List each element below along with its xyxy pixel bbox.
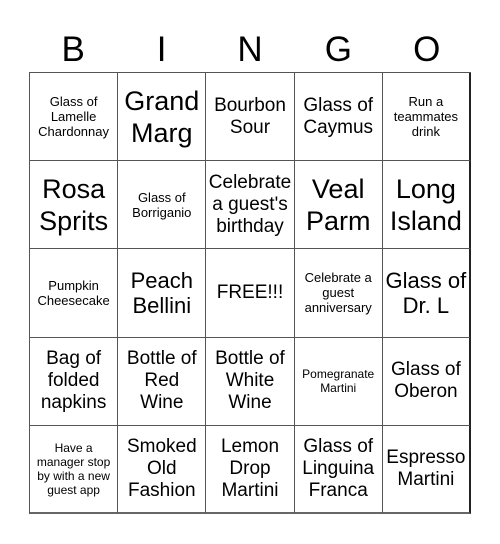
header-letter-b: B: [61, 30, 85, 69]
bingo-header: B I N G O: [29, 28, 471, 72]
cell-text: Glass of Lamelle Chardonnay: [38, 94, 109, 140]
header-letter-n: N: [237, 30, 263, 69]
bingo-cell[interactable]: Lemon Drop Martini: [206, 425, 295, 514]
header-letter-i: I: [156, 30, 167, 69]
cell-text: Celebrate a guest's birthday: [208, 171, 292, 237]
cell-text: Pumpkin Cheesecake: [37, 277, 110, 308]
header-letter-g: G: [324, 30, 352, 69]
bingo-cell[interactable]: Pumpkin Cheesecake: [30, 249, 119, 338]
cell-text: Glass of Borriganio: [132, 189, 192, 220]
cell-text: Long Island: [389, 173, 462, 236]
bingo-cell[interactable]: Espresso Martini: [382, 425, 471, 514]
cell-text: FREE!!!: [216, 281, 284, 303]
free-space-cell[interactable]: FREE!!!: [206, 249, 295, 338]
bingo-cell[interactable]: Celebrate a guest anniversary: [294, 249, 383, 338]
cell-text: Pomegranate Martini: [302, 367, 375, 396]
cell-text: Grand Marg: [124, 85, 200, 148]
cell-text: Bottle of Red Wine: [126, 348, 197, 414]
header-letter-o: O: [413, 30, 441, 69]
cell-text: Espresso Martini: [386, 446, 466, 490]
cell-text: Veal Parm: [305, 173, 371, 236]
bingo-cell[interactable]: Pomegranate Martini: [294, 337, 383, 426]
bingo-cell[interactable]: Bourbon Sour: [206, 73, 295, 162]
cell-text: Bourbon Sour: [214, 94, 286, 138]
cell-text: Glass of Dr. L: [385, 267, 467, 318]
cell-text: Glass of Caymus: [303, 94, 374, 138]
bingo-cell[interactable]: Glass of Oberon: [382, 337, 471, 426]
cell-text: Smoked Old Fashion: [126, 435, 197, 501]
cell-text: Run a teammates drink: [393, 94, 459, 140]
bingo-cell[interactable]: Celebrate a guest's birthday: [206, 161, 295, 250]
bingo-cell[interactable]: Peach Bellini: [118, 249, 207, 338]
bingo-cell[interactable]: Bottle of Red Wine: [118, 337, 207, 426]
cell-text: Rosa Sprits: [39, 173, 109, 236]
cell-text: Bag of folded napkins: [40, 348, 107, 414]
bingo-cell[interactable]: Rosa Sprits: [30, 161, 119, 250]
bingo-cell[interactable]: Glass of Dr. L: [382, 249, 471, 338]
bingo-cell[interactable]: Long Island: [382, 161, 471, 250]
bingo-board: Glass of Lamelle Chardonnay Grand Marg B…: [29, 72, 471, 514]
cell-text: Glass of Linguina Franca: [302, 435, 375, 501]
bingo-cell[interactable]: Glass of Lamelle Chardonnay: [30, 73, 119, 162]
bingo-cell[interactable]: Run a teammates drink: [382, 73, 471, 162]
bingo-cell[interactable]: Bag of folded napkins: [30, 337, 119, 426]
bingo-cell[interactable]: Glass of Borriganio: [118, 161, 207, 250]
bingo-cell[interactable]: Smoked Old Fashion: [118, 425, 207, 514]
bingo-cell[interactable]: Grand Marg: [118, 73, 207, 162]
cell-text: Peach Bellini: [130, 267, 193, 318]
bingo-cell[interactable]: Glass of Caymus: [294, 73, 383, 162]
cell-text: Lemon Drop Martini: [220, 435, 280, 501]
bingo-cell[interactable]: Veal Parm: [294, 161, 383, 250]
bingo-cell[interactable]: Have a manager stop by with a new guest …: [30, 425, 119, 514]
cell-text: Bottle of White Wine: [215, 348, 285, 414]
bingo-cell[interactable]: Glass of Linguina Franca: [294, 425, 383, 514]
cell-text: Have a manager stop by with a new guest …: [36, 440, 111, 497]
cell-text: Celebrate a guest anniversary: [304, 270, 372, 316]
bingo-cell[interactable]: Bottle of White Wine: [206, 337, 295, 426]
cell-text: Glass of Oberon: [391, 359, 461, 403]
